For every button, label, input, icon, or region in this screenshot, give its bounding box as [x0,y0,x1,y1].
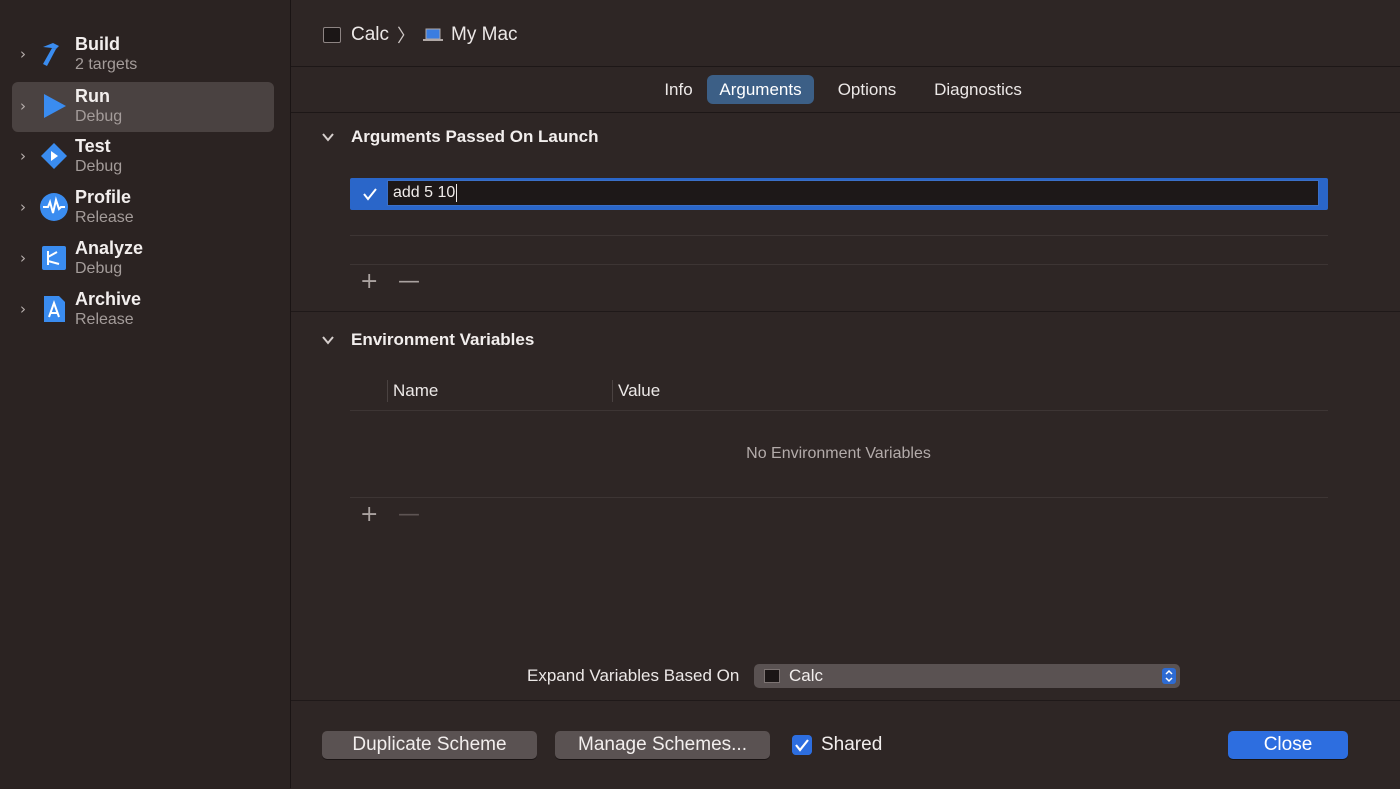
terminal-icon [764,669,780,683]
sidebar-item-title: Test [75,136,111,156]
add-env-button[interactable]: + [360,504,378,526]
sidebar-item-subtitle: Release [75,209,134,226]
env-empty-message: No Environment Variables [746,445,931,462]
arguments-section-header[interactable]: Arguments Passed On Launch [321,127,599,147]
expand-variables-label: Expand Variables Based On [527,666,740,685]
argument-row[interactable]: add 5 10 [350,178,1328,210]
sidebar-item-title: Run [75,86,110,106]
sidebar-item-subtitle: 2 targets [75,56,138,73]
sidebar-item-title: Archive [75,289,142,309]
sidebar-item-title: Profile [75,187,132,207]
column-separator [612,380,613,402]
hammer-icon [43,43,59,66]
breadcrumb: Calc 〉 My Mac [323,22,518,48]
test-diamond-icon [41,143,67,169]
archive-icon [44,296,65,322]
column-separator [387,380,388,402]
shared-checkbox[interactable] [792,735,812,755]
laptop-icon [423,28,444,41]
tab-arguments[interactable]: Arguments [707,75,814,104]
section-divider [291,311,1400,312]
expand-variables-value: Calc [789,666,824,685]
sidebar-item-test[interactable]: › Test Debug [12,132,274,182]
checkmark-icon[interactable] [360,184,380,204]
popup-arrows-icon [1162,668,1176,684]
sidebar-item-profile[interactable]: › Profile Release [12,183,274,233]
sidebar-item-archive[interactable]: › Archive Release [12,285,274,335]
scheme-action-sidebar: › Build 2 targets › Run Debug › Test Deb… [0,0,291,788]
sidebar-item-subtitle: Debug [75,158,123,175]
chevron-down-icon[interactable] [321,130,335,144]
waveform-icon [40,193,68,221]
env-section-header[interactable]: Environment Variables [321,330,534,350]
sidebar-item-run[interactable]: › Run Debug [12,82,274,132]
chevron-right-icon[interactable]: › [20,299,32,319]
tab-bar: Info Arguments Options Diagnostics [291,66,1400,113]
expand-variables-popup[interactable]: Calc [754,664,1180,688]
chevron-right-icon[interactable]: › [20,248,32,268]
sidebar-item-title: Build [75,34,120,54]
sidebar-item-analyze[interactable]: › Analyze Debug [12,234,274,284]
env-column-name[interactable]: Name [393,381,438,401]
analyze-icon [42,246,66,270]
sidebar-item-title: Analyze [75,238,144,258]
sidebar-item-build[interactable]: › Build 2 targets [12,30,274,80]
breadcrumb-separator: 〉 [397,26,416,47]
chevron-right-icon[interactable]: › [20,197,32,217]
row-divider [350,497,1328,498]
shared-label: Shared [821,734,883,755]
row-divider [350,235,1328,236]
env-column-value[interactable]: Value [618,381,660,401]
footer-bar: Duplicate Scheme Manage Schemes... Share… [291,700,1400,789]
arguments-section-title: Arguments Passed On Launch [351,127,599,146]
duplicate-scheme-button[interactable]: Duplicate Scheme [322,731,537,759]
row-divider [350,410,1328,411]
sidebar-item-subtitle: Debug [75,108,123,125]
chevron-right-icon[interactable]: › [20,44,32,64]
breadcrumb-scheme[interactable]: Calc [351,24,389,46]
argument-value: add 5 10 [393,184,456,201]
remove-argument-button[interactable]: — [398,271,420,293]
terminal-icon [323,27,341,43]
chevron-right-icon[interactable]: › [20,96,32,116]
tab-info[interactable]: Info [646,75,711,104]
argument-input[interactable]: add 5 10 [387,180,1319,206]
env-section-title: Environment Variables [351,330,535,349]
close-button[interactable]: Close [1228,731,1348,759]
sidebar-item-subtitle: Debug [75,260,123,277]
tab-diagnostics[interactable]: Diagnostics [923,75,1033,104]
scheme-editor-panel: Calc 〉 My Mac Info Arguments Options Dia… [291,0,1400,789]
play-icon [44,94,66,118]
add-argument-button[interactable]: + [360,271,378,293]
remove-env-button: — [398,502,420,527]
row-divider [350,264,1328,265]
breadcrumb-destination[interactable]: My Mac [451,24,518,46]
chevron-right-icon[interactable]: › [20,146,32,166]
tab-options[interactable]: Options [827,75,907,104]
manage-schemes-button[interactable]: Manage Schemes... [555,731,770,759]
text-caret [456,183,458,202]
chevron-down-icon[interactable] [321,333,335,347]
sidebar-item-subtitle: Release [75,311,134,328]
